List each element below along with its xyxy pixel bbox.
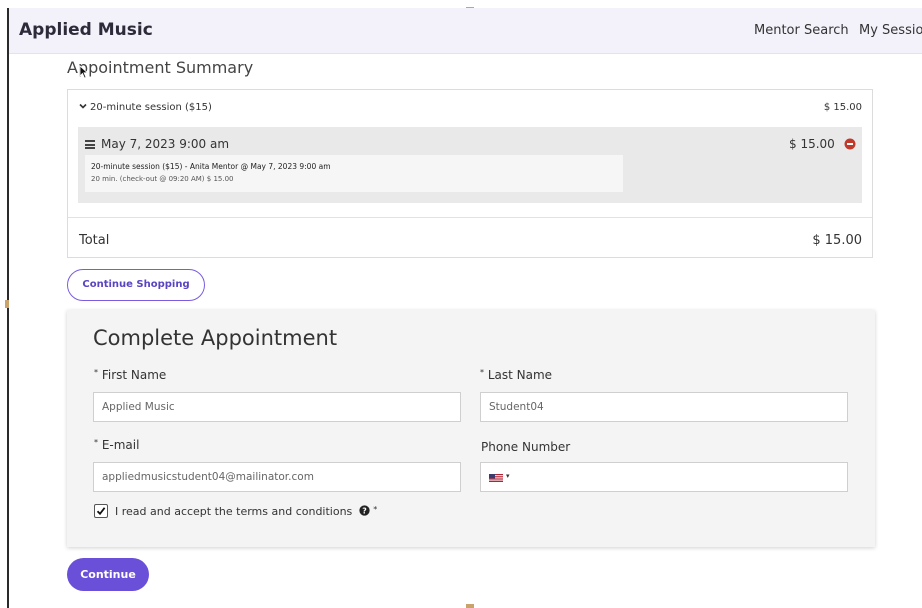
required-marker: * [94,438,98,447]
last-name-label-text: Last Name [487,368,553,382]
last-name-input[interactable] [480,392,848,422]
terms-text: I read and accept the terms and conditio… [115,505,353,518]
first-name-input[interactable] [93,392,461,422]
window-handle-bottom [466,604,474,608]
remove-icon[interactable] [844,138,856,150]
nav-mentor-search[interactable]: Mentor Search [754,23,849,38]
email-input[interactable] [93,462,461,492]
total-value: $ 15.00 [812,233,862,248]
check-icon [96,507,106,516]
email-label: * E-mail [94,438,139,452]
continue-shopping-button[interactable]: Continue Shopping [67,269,205,301]
form-title: Complete Appointment [93,326,338,350]
appointment-price: $ 15.00 [789,137,835,151]
chevron-down-icon[interactable]: ▾ [506,472,510,480]
help-icon[interactable]: ? [359,505,370,516]
total-label: Total [79,233,110,248]
first-name-label-text: First Name [101,368,167,382]
first-name-label: * First Name [94,368,166,382]
us-flag-icon[interactable] [489,474,503,482]
brand-logo[interactable]: Applied Music [19,20,153,40]
required-marker: * [94,368,98,377]
summary-title: Appointment Summary [67,58,254,77]
terms-checkbox[interactable] [94,504,108,518]
appointment-detail: 20-minute session ($15) - Anita Mentor @… [85,155,623,192]
last-name-label: * Last Name [480,368,552,382]
appointment-detail-title: 20-minute session ($15) - Anita Mentor @… [91,162,331,171]
phone-input[interactable]: ▾ [480,462,848,492]
appointment-date: May 7, 2023 9:00 am [101,137,230,151]
nav-my-sessions[interactable]: My Sessions [859,23,922,38]
chevron-down-icon[interactable] [79,102,87,110]
appointment-summary: 20-minute session ($15) $ 15.00 May 7, 2… [67,89,873,258]
appointment-detail-meta: 20 min. (check-out @ 09:20 AM) $ 15.00 [91,175,234,183]
required-marker: * [373,505,378,514]
appointment-item: May 7, 2023 9:00 am $ 15.00 20-minute se… [78,127,862,203]
svg-text:?: ? [362,506,367,515]
session-group-price: $ 15.00 [823,102,862,113]
session-group-row[interactable]: 20-minute session ($15) $ 15.00 [68,90,872,126]
email-label-text: E-mail [101,438,140,452]
top-navbar: Applied Music Mentor Search My Sessions [9,8,922,54]
continue-button[interactable]: Continue [67,558,149,591]
window-handle-left [5,300,9,308]
phone-label: Phone Number [481,440,571,454]
complete-appointment-form: Complete Appointment * First Name * Last… [67,310,875,547]
session-group-label: 20-minute session ($15) [90,102,212,113]
divider [68,217,872,218]
window-edge [7,8,9,608]
terms-label[interactable]: I read and accept the terms and conditio… [115,505,377,518]
cursor-icon [79,65,89,79]
required-marker: * [480,368,484,377]
hamburger-icon[interactable] [85,140,95,149]
